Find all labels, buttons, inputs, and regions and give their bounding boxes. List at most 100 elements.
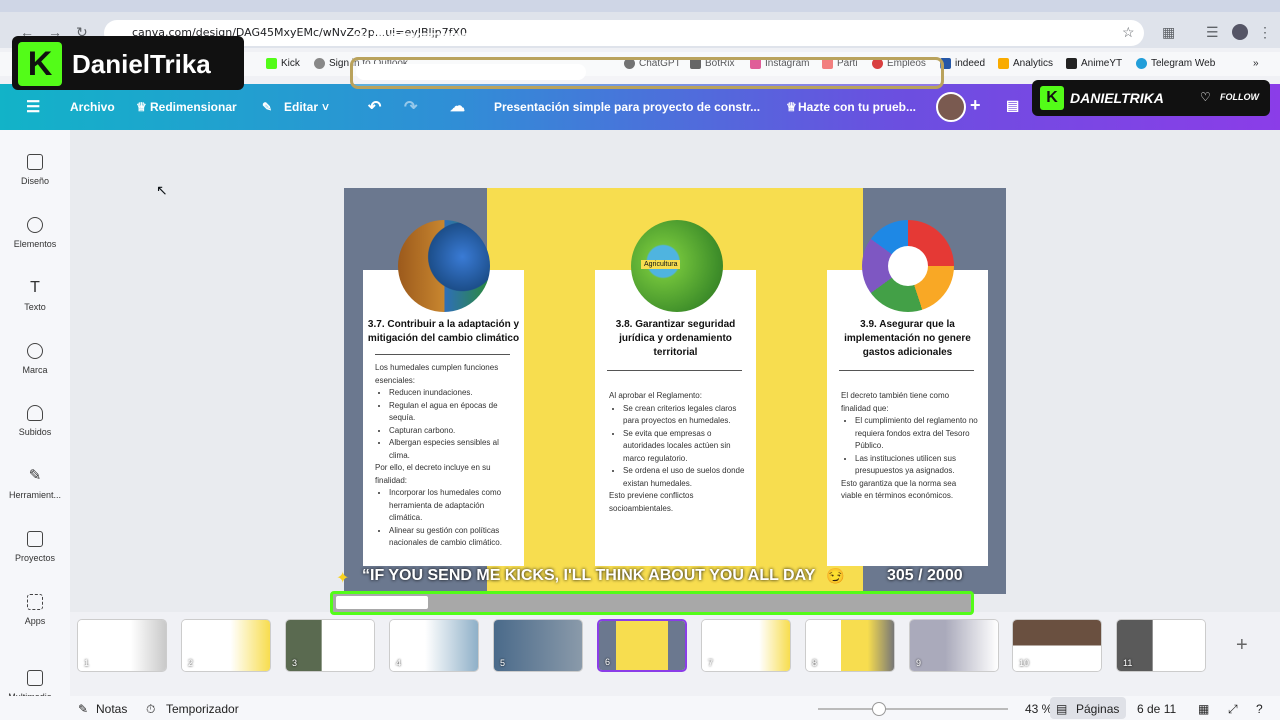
add-collaborator-icon[interactable]: + [970,95,981,116]
user-avatar[interactable] [936,92,966,122]
card-climate[interactable]: 3.7. Contribuir a la adaptación y mitiga… [363,270,524,566]
menu-archivo[interactable]: Archivo [70,100,115,114]
thumbnail-page[interactable]: 5 [493,619,583,672]
card-body: Los humedales cumplen funciones esencial… [375,362,512,550]
rail-marca[interactable]: Marca [0,343,70,375]
budget-diagram-image[interactable] [862,220,954,312]
divider [375,354,510,355]
rail-texto[interactable]: T Texto [0,279,70,313]
animeyt-icon [1066,58,1077,69]
hamburger-icon[interactable]: ☰ [26,97,40,117]
zoom-slider-handle[interactable] [872,702,886,716]
menu-editar[interactable]: Editar [284,100,318,114]
rail-proyectos[interactable]: Proyectos [0,531,70,563]
undo-icon[interactable]: ↶ [368,97,381,117]
zoom-slider[interactable] [818,708,1008,710]
thumbnail-page[interactable]: 7 [701,619,791,672]
draw-icon: ✎ [28,467,42,484]
agriculture-image[interactable]: Agricultura [631,220,723,312]
subs-goal-count: 4 / 10 [897,30,943,50]
earth-image[interactable] [398,220,490,312]
rail-apps[interactable]: Apps [0,594,70,626]
card-title: 3.8. Garantizar seguridad jurídica y ord… [615,319,736,358]
pages-button[interactable]: Páginas [1076,702,1119,716]
kick-icon [266,58,277,69]
sparkle-icon: ✦ [336,570,350,587]
card-body: Al aprobar el Reglamento: Se crean crite… [609,390,746,515]
kick-logo-icon: K [18,42,62,86]
thumbnail-page[interactable]: 10 [1012,619,1102,672]
thumbnail-page[interactable]: 9 [909,619,999,672]
kick-goal-fill [336,596,428,609]
media-icon[interactable]: ☰ [1206,24,1219,41]
card-title: 3.9. Asegurar que la implementación no g… [844,319,971,358]
card-budget[interactable]: 3.9. Asegurar que la implementación no g… [827,270,988,566]
bookmark-kick[interactable]: Kick [266,58,300,69]
bookmark-indeed[interactable]: indeed [940,58,985,69]
thumbnail-page[interactable]: 11 [1116,619,1206,672]
analytics-icon [998,58,1009,69]
bookmarks-overflow[interactable]: » [1253,58,1259,69]
timer-button[interactable]: Temporizador [166,702,239,716]
kick-goal-count: 305 / 2000 [887,567,963,584]
grid-view-icon[interactable]: ▦ [1198,702,1209,716]
brand-icon [27,343,43,359]
slide-6[interactable]: 3.7. Contribuir a la adaptación y mitiga… [344,188,1006,594]
trial-promo-button[interactable]: Hazte con tu prueb... [798,100,916,114]
help-icon[interactable]: ? [1256,702,1263,716]
cloud-upload-icon [27,405,43,421]
bookmark-analytics[interactable]: Analytics [998,58,1053,69]
timer-icon: ⏱ [146,702,156,716]
mouse-cursor-icon: ↖ [156,182,168,198]
divider [607,370,742,371]
redo-icon[interactable]: ↷ [404,97,417,117]
layout-icon [27,154,43,170]
notes-button[interactable]: Notas [96,702,127,716]
folder-icon [27,531,43,547]
menu-redimensionar[interactable]: Redimensionar [150,100,237,114]
globe-icon [314,58,325,69]
bookmark-animeyt[interactable]: AnimeYT [1066,58,1122,69]
text-icon: T [30,279,40,296]
fullscreen-icon[interactable]: ⤢ [1228,702,1238,717]
thumbnail-page[interactable]: 4 [389,619,479,672]
rail-elementos[interactable]: Elementos [0,217,70,249]
shapes-icon [27,217,43,233]
add-page-icon[interactable]: + [1236,634,1248,657]
pencil-icon: ✎ [262,100,273,114]
telegram-icon [1136,58,1147,69]
extensions-icon[interactable]: ▦ [1162,24,1175,41]
menu-icon[interactable]: ⋮ [1258,24,1272,41]
cloud-save-icon[interactable]: ☁ [450,97,465,115]
apps-icon [27,594,43,610]
pages-icon: ▤ [1056,702,1068,716]
image-label: Agricultura [641,260,681,269]
page-counter: 6 de 11 [1137,702,1177,716]
thumbnail-page[interactable]: 8 [805,619,895,672]
bookmark-telegram[interactable]: Telegram Web [1136,58,1215,69]
tab-strip[interactable] [0,0,1280,12]
insights-icon[interactable]: ▤ [1006,97,1019,114]
media-icon [27,670,43,686]
star-icon[interactable]: ☆ [1122,24,1135,41]
thumbnail-page[interactable]: 1 [77,619,167,672]
subs-goal-fill [356,64,586,80]
rail-subidos[interactable]: Subidos [0,405,70,437]
divider [839,370,974,371]
diagram-center [888,246,928,286]
chevron-down-icon[interactable]: ˅ [322,100,329,114]
profile-avatar[interactable] [1232,24,1248,40]
crown-promo-icon: ♕ [786,100,797,114]
kick-small-logo-icon: K [1040,86,1064,110]
smirk-emoji-icon: 😏 [826,568,845,585]
rail-herramientas[interactable]: ✎ Herramient... [0,467,70,501]
streamer-name-small: DANIELTRIKA [1070,90,1164,106]
thumbnail-page-active[interactable]: 6 [597,619,687,672]
follow-label: FOLLOW [1220,92,1259,102]
rail-diseno[interactable]: Diseño [0,154,70,186]
zoom-level[interactable]: 43 % [1025,702,1052,716]
thumbnail-page[interactable]: 3 [285,619,375,672]
card-legal[interactable]: 3.8. Garantizar seguridad jurídica y ord… [595,270,756,566]
thumbnail-page[interactable]: 2 [181,619,271,672]
doc-title[interactable]: Presentación simple para proyecto de con… [494,100,760,114]
